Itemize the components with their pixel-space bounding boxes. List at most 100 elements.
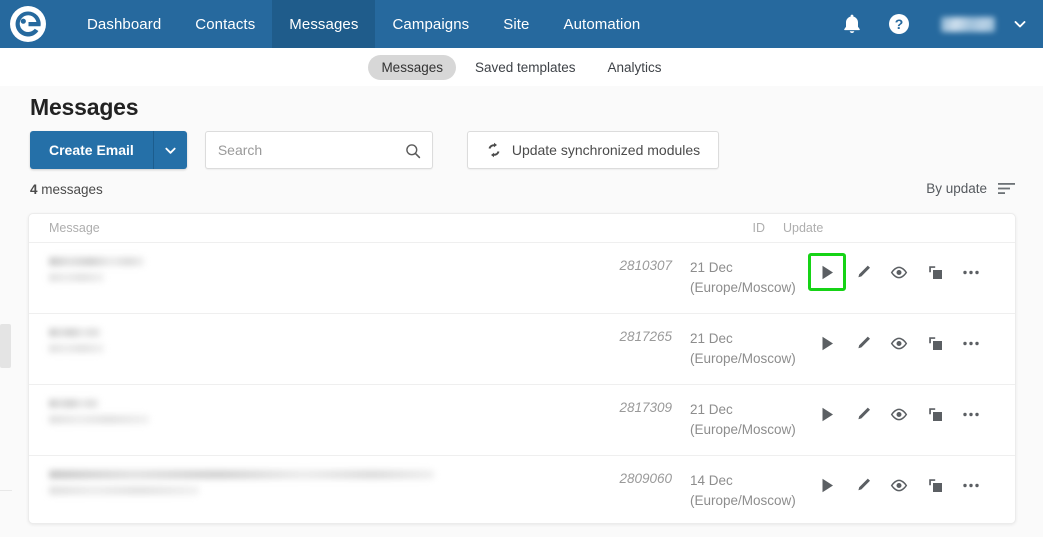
tab-analytics[interactable]: Analytics xyxy=(595,55,675,80)
message-name-cell xyxy=(49,385,580,431)
nav-item-contacts[interactable]: Contacts xyxy=(178,0,272,48)
tab-label: Messages xyxy=(381,59,443,75)
secondary-tab-bar: Messages Saved templates Analytics xyxy=(0,48,1043,86)
main-nav-links: Dashboard Contacts Messages Campaigns Si… xyxy=(70,0,657,48)
table-row[interactable]: 2809060 14 Dec (Europe/Moscow) xyxy=(29,455,1015,523)
nav-item-dashboard[interactable]: Dashboard xyxy=(70,0,178,48)
duplicate-button[interactable] xyxy=(918,255,952,289)
tab-label: Saved templates xyxy=(474,59,576,75)
redacted-message-name xyxy=(49,328,101,337)
update-timezone: (Europe/Moscow) xyxy=(690,493,796,508)
more-actions-button[interactable] xyxy=(954,468,988,502)
nav-label: Automation xyxy=(563,15,641,33)
redacted-message-subject xyxy=(49,486,199,495)
preview-button[interactable] xyxy=(882,397,916,431)
page-title: Messages xyxy=(30,94,139,120)
more-actions-button[interactable] xyxy=(954,326,988,360)
message-update-date: 21 Dec (Europe/Moscow) xyxy=(690,385,810,440)
nav-label: Contacts xyxy=(195,15,256,33)
play-icon xyxy=(822,407,833,421)
sort-label: By update xyxy=(926,181,987,196)
more-actions-button[interactable] xyxy=(954,255,988,289)
toolbar: Create Email Search Update synchronized … xyxy=(30,131,720,169)
send-button[interactable] xyxy=(808,253,846,291)
copy-icon xyxy=(928,265,942,279)
update-timezone: (Europe/Moscow) xyxy=(690,422,796,437)
nav-item-campaigns[interactable]: Campaigns xyxy=(375,0,486,48)
nav-item-messages[interactable]: Messages xyxy=(272,0,376,48)
ellipsis-icon xyxy=(963,412,979,416)
sort-descending-icon[interactable] xyxy=(998,182,1015,195)
redacted-message-subject xyxy=(49,273,104,282)
header-right-controls: ? xyxy=(841,0,1043,48)
update-date: 21 Dec xyxy=(690,260,733,275)
ellipsis-icon xyxy=(963,483,979,487)
create-email-label: Create Email xyxy=(49,142,134,158)
tab-label: Analytics xyxy=(607,59,662,75)
edit-button[interactable] xyxy=(846,255,880,289)
send-button[interactable] xyxy=(810,468,844,502)
edit-button[interactable] xyxy=(846,468,880,502)
svg-text:?: ? xyxy=(895,16,904,32)
send-button[interactable] xyxy=(810,397,844,431)
eye-icon xyxy=(890,408,908,420)
row-actions xyxy=(810,456,1015,502)
page-content: Messages Create Email Search Update sync… xyxy=(0,86,1043,537)
search-input[interactable] xyxy=(205,132,432,168)
edit-button[interactable] xyxy=(846,397,880,431)
message-name-cell xyxy=(49,456,580,502)
copy-icon xyxy=(928,407,942,421)
update-timezone: (Europe/Moscow) xyxy=(690,351,796,366)
column-header-id: ID xyxy=(752,221,766,235)
preview-button[interactable] xyxy=(882,255,916,289)
send-button[interactable] xyxy=(810,326,844,360)
vertical-scrollbar-thumb[interactable] xyxy=(0,324,11,368)
play-icon xyxy=(822,478,833,492)
account-name-redacted xyxy=(941,16,995,32)
duplicate-button[interactable] xyxy=(918,326,952,360)
copy-icon xyxy=(928,336,942,350)
table-row[interactable]: 2810307 21 Dec (Europe/Moscow) xyxy=(29,242,1015,313)
search-icon[interactable] xyxy=(405,143,421,159)
preview-button[interactable] xyxy=(882,468,916,502)
pencil-icon xyxy=(857,407,870,419)
nav-label: Dashboard xyxy=(87,15,162,33)
column-header-update: Update xyxy=(783,221,824,235)
edit-button[interactable] xyxy=(846,326,880,360)
update-synchronized-modules-button[interactable]: Update synchronized modules xyxy=(466,131,720,169)
search-box[interactable] xyxy=(204,131,433,169)
left-edge-divider xyxy=(0,490,12,491)
table-row[interactable]: 2817265 21 Dec (Europe/Moscow) xyxy=(29,313,1015,384)
more-actions-button[interactable] xyxy=(954,397,988,431)
nav-label: Messages xyxy=(289,15,359,33)
create-email-dropdown-toggle[interactable] xyxy=(152,131,187,169)
tab-messages[interactable]: Messages xyxy=(368,54,456,80)
update-synchronized-modules-label: Update synchronized modules xyxy=(511,142,701,158)
message-name-cell xyxy=(49,314,580,360)
column-header-message: Message xyxy=(49,221,100,235)
update-timezone: (Europe/Moscow) xyxy=(690,280,796,295)
sort-control[interactable]: By update xyxy=(926,181,1015,196)
duplicate-button[interactable] xyxy=(918,397,952,431)
nav-item-automation[interactable]: Automation xyxy=(547,0,658,48)
redacted-message-subject xyxy=(49,415,149,424)
message-name-cell xyxy=(49,243,580,289)
create-email-button[interactable]: Create Email xyxy=(30,131,187,169)
redacted-message-subject xyxy=(49,344,104,353)
message-id: 2817265 xyxy=(619,329,672,344)
table-row[interactable]: 2817309 21 Dec (Europe/Moscow) xyxy=(29,384,1015,455)
copy-icon xyxy=(928,478,942,492)
preview-button[interactable] xyxy=(882,326,916,360)
sync-refresh-icon xyxy=(486,142,502,158)
message-count-number: 4 xyxy=(30,182,38,197)
chevron-down-icon[interactable] xyxy=(1013,17,1027,31)
eye-icon xyxy=(890,266,908,278)
nav-label: Campaigns xyxy=(392,15,470,33)
chevron-down-icon xyxy=(165,147,176,154)
nav-item-site[interactable]: Site xyxy=(486,0,546,48)
esputnik-logo-icon[interactable] xyxy=(10,6,46,42)
bell-icon[interactable] xyxy=(841,12,863,36)
question-mark-icon[interactable]: ? xyxy=(887,12,911,36)
tab-saved-templates[interactable]: Saved templates xyxy=(462,55,589,80)
duplicate-button[interactable] xyxy=(918,468,952,502)
